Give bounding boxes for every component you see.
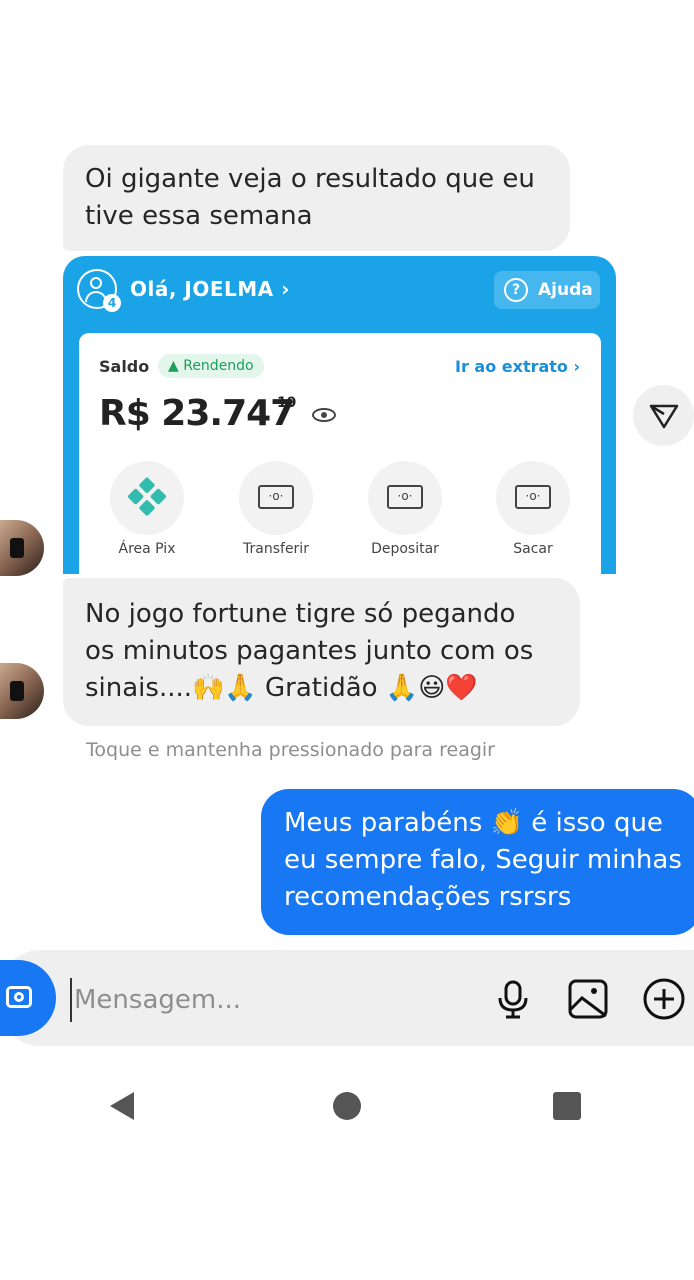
help-label: Ajuda xyxy=(538,280,593,300)
message-line: sinais....🙌🙏 Gratidão 🙏😃❤️ xyxy=(85,673,478,703)
notification-badge: 4 xyxy=(103,294,121,312)
message-line: No jogo fortune tigre só pegando xyxy=(85,599,516,629)
message-line: Meus parabéns 👏 é isso que xyxy=(284,808,663,838)
message-line: recomendações rsrsrs xyxy=(284,882,572,912)
back-triangle-icon[interactable] xyxy=(98,1082,146,1130)
question-icon: ? xyxy=(504,278,528,302)
message-input[interactable] xyxy=(70,978,396,1022)
send-icon xyxy=(649,404,679,429)
balance-panel: Saldo ▲ Rendendo Ir ao extrato › R$ 23.7… xyxy=(79,333,601,574)
help-button: ? Ajuda xyxy=(494,271,600,309)
reaction-hint: Toque e mantenha pressionado para reagir xyxy=(86,739,495,761)
message-line: tive essa semana xyxy=(85,201,313,231)
message-composer xyxy=(0,950,694,1046)
balance-amount: R$ 23.747 xyxy=(99,393,295,434)
transfer-icon: ·o· xyxy=(239,461,313,535)
message-line: Oi gigante veja o resultado que eu xyxy=(85,164,535,194)
incoming-message[interactable]: Oi gigante veja o resultado que eu tive … xyxy=(63,145,570,251)
camera-icon[interactable] xyxy=(0,960,56,1036)
bank-header: 4 Olá, JOELMA › ? Ajuda xyxy=(63,256,616,326)
share-button[interactable] xyxy=(633,385,694,446)
home-circle-icon[interactable] xyxy=(323,1082,371,1130)
action-label: Sacar xyxy=(513,541,553,557)
action-label: Área Pix xyxy=(118,541,176,557)
action-label: Depositar xyxy=(371,541,439,557)
bank-greeting: Olá, JOELMA › xyxy=(130,277,290,301)
sender-avatar[interactable] xyxy=(0,663,44,719)
message-line: os minutos pagantes junto com os xyxy=(85,636,534,666)
action-deposit: ·o· Depositar xyxy=(355,461,455,557)
incoming-message[interactable]: No jogo fortune tigre só pegando os minu… xyxy=(63,578,580,726)
microphone-icon[interactable] xyxy=(490,976,536,1022)
outgoing-message[interactable]: Meus parabéns 👏 é isso que eu sempre fal… xyxy=(261,789,694,935)
statement-link: Ir ao extrato › xyxy=(455,357,581,376)
balance-cents: 19 xyxy=(277,395,297,411)
action-label: Transferir xyxy=(243,541,309,557)
withdraw-icon: ·o· xyxy=(496,461,570,535)
eye-icon xyxy=(312,408,336,422)
action-pix: Área Pix xyxy=(97,461,197,557)
shared-bank-screenshot[interactable]: 4 Olá, JOELMA › ? Ajuda Saldo ▲ Rendendo… xyxy=(63,256,616,574)
deposit-icon: ·o· xyxy=(368,461,442,535)
pix-icon xyxy=(110,461,184,535)
balance-label: Saldo xyxy=(99,357,150,376)
action-withdraw: ·o· Sacar xyxy=(483,461,583,557)
message-line: eu sempre falo, Seguir minhas xyxy=(284,845,682,875)
recents-square-icon[interactable] xyxy=(543,1082,591,1130)
status-badge: ▲ Rendendo xyxy=(158,354,264,378)
action-transfer: ·o· Transferir xyxy=(226,461,326,557)
sender-avatar[interactable] xyxy=(0,520,44,576)
image-icon[interactable] xyxy=(565,976,611,1022)
plus-circle-icon[interactable] xyxy=(641,976,687,1022)
